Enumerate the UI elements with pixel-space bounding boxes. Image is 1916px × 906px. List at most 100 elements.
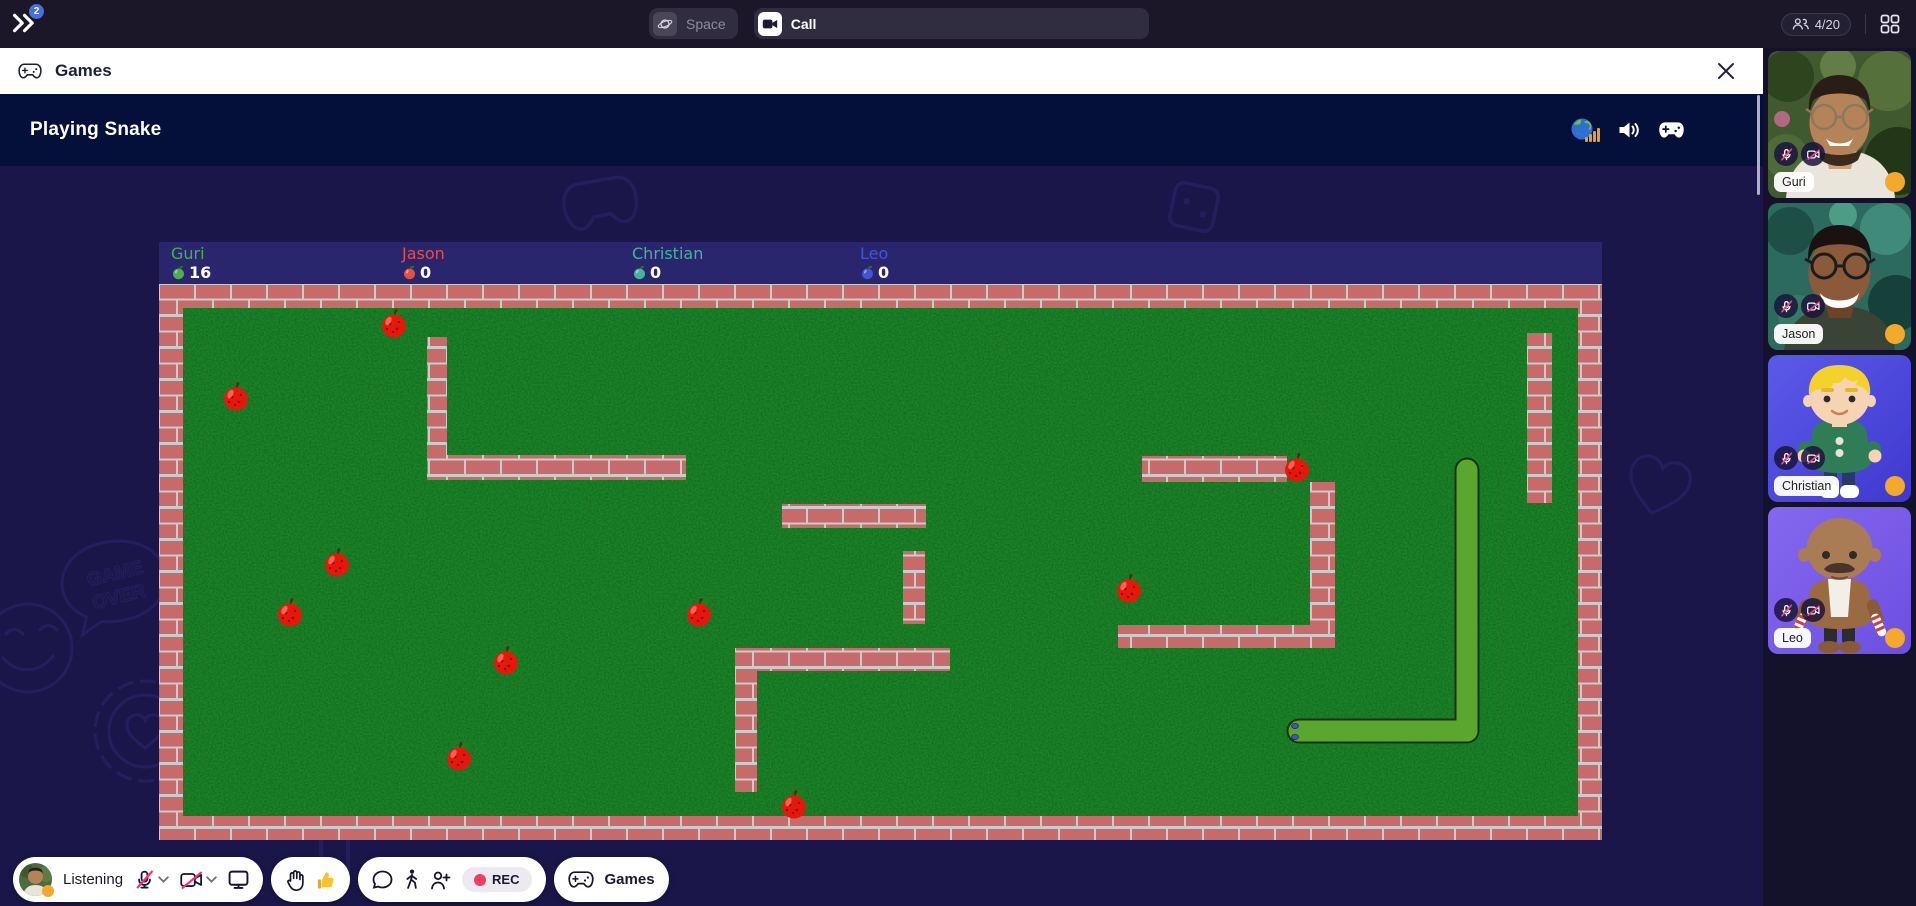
self-presence-dot [42,885,54,897]
status-bubble-button[interactable] [372,870,393,889]
mic-off-badge [1774,294,1798,318]
occupancy-pill[interactable]: 4/20 [1781,13,1851,36]
mic-off-badge [1774,446,1798,470]
walking-person-icon [404,869,419,890]
apple-score-icon [860,264,875,281]
close-icon[interactable] [1717,62,1735,80]
gamepad-white-icon[interactable] [1658,121,1685,139]
video-tile-jason[interactable]: Jason [1768,203,1911,350]
raise-hand-icon [285,869,305,891]
tile-status-badges [1774,598,1825,622]
brick-wall [1118,625,1335,648]
tile-presence-dot [1885,476,1905,496]
collapse-sidebar-button[interactable]: 2 [10,10,44,40]
tile-presence-dot [1885,628,1905,648]
camera-off-badge [1801,294,1825,318]
top-right-controls: 4/20 [1781,0,1900,48]
tile-name-label: Christian [1774,476,1839,496]
doodle-dice [1165,178,1223,236]
camera-off-badge [1801,598,1825,622]
player-name: Leo [860,245,889,263]
brick-wall [427,337,447,464]
people-icon [1792,17,1809,31]
mic-off-badge [1774,142,1798,166]
camera-mute-button[interactable] [180,871,217,889]
screen-share-button[interactable] [228,870,249,889]
games-panel-header: Games [0,48,1763,94]
camera-off-icon [180,871,203,889]
tile-name-label: Leo [1774,628,1811,648]
network-ping-icon [1570,117,1600,143]
video-tile-christian[interactable]: Christian [1768,355,1911,502]
planet-icon [653,12,677,36]
add-person-button[interactable] [430,870,451,890]
walk-mode-button[interactable] [404,869,419,890]
app-root: 2 Space Call [0,0,1916,906]
scrollbar-thumb[interactable] [1757,95,1760,195]
tab-call-label: Call [791,16,817,32]
camera-off-badge [1801,446,1825,470]
gamepad-icon [568,871,594,888]
scoreboard-player: Guri 16 [171,245,211,282]
player-name: Jason [402,245,445,263]
top-bar: 2 Space Call [0,0,1916,48]
game-area: GAME OVER [0,166,1763,906]
notification-badge: 2 [29,4,44,19]
video-tile-leo[interactable]: Leo [1768,507,1911,654]
player-name: Christian [632,245,703,263]
view-tabs: Space Call [649,8,1149,39]
snake-board: Guri 16 Jason 0 Christian [159,242,1602,840]
scoreboard-player: Christian 0 [632,245,703,282]
actions-pill: REC [358,857,545,902]
apps-grid-button[interactable] [1880,14,1900,34]
player-score: 0 [878,263,889,282]
snake-game-title: Playing Snake [30,119,161,141]
bubble-icon [372,870,393,889]
raise-hand-button[interactable] [285,869,305,891]
video-tile-guri[interactable]: Guri [1768,51,1911,198]
games-panel-title: Games [55,61,112,81]
doodle-laughing-face [0,596,88,701]
tile-status-badges [1774,446,1825,470]
brick-wall [735,648,950,671]
tab-call[interactable]: Call [754,8,1149,39]
games-overlay: Games Playing Snake [0,48,1763,906]
snake-eye [1292,723,1299,728]
doodle-gamepad [560,174,640,232]
record-button[interactable]: REC [462,867,531,892]
screen-share-icon [228,870,249,889]
listening-status: Listening [63,871,123,888]
snake-header-icons [1570,94,1685,166]
snake-board-svg [159,284,1602,840]
player-score: 0 [420,263,431,282]
microphone-mute-button[interactable] [134,869,169,890]
brick-wall [782,504,926,528]
speaker-icon[interactable] [1617,119,1641,141]
media-controls-pill: Listening [13,857,263,902]
tile-status-badges [1774,142,1825,166]
tab-space-label: Space [686,16,726,32]
player-score-row: 16 [171,263,211,282]
thumbs-up-button[interactable] [316,870,336,890]
topbar-divider [1865,14,1866,34]
player-name: Guri [171,245,211,263]
tile-status-badges [1774,294,1825,318]
apple-score-icon [171,264,186,281]
occupancy-count: 4/20 [1815,17,1840,32]
games-pill[interactable]: Games [554,857,669,902]
tile-name-label: Jason [1774,324,1823,344]
snake-eye [1292,734,1299,739]
brick-wall [1527,333,1552,503]
scoreboard-player: Jason 0 [402,245,445,282]
camera-off-badge [1801,142,1825,166]
chevron-down-icon [158,876,169,884]
brick-wall [1142,456,1287,482]
thumbs-up-icon [316,870,336,890]
tab-space[interactable]: Space [649,8,738,39]
self-avatar[interactable] [19,863,52,896]
participants-sidebar: Guri Jason [1763,48,1916,906]
mic-off-badge [1774,598,1798,622]
tile-name-label: Guri [1774,172,1814,192]
snake-game-header: Playing Snake [0,94,1763,166]
svg-text:GAME: GAME [85,557,145,591]
